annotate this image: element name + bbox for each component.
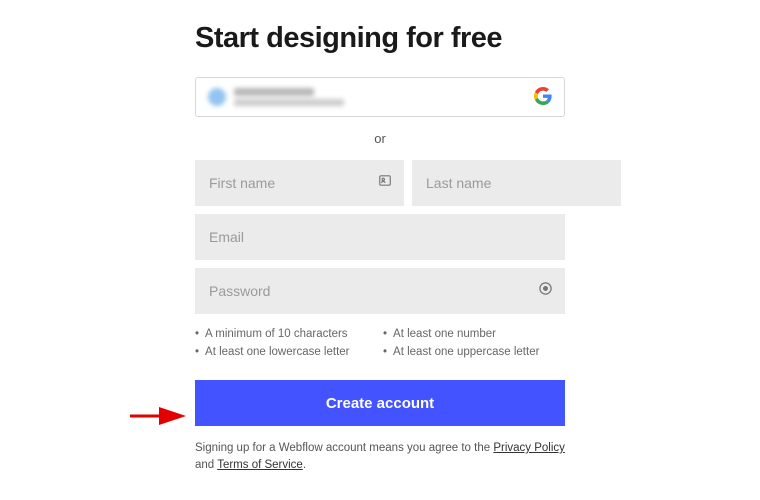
avatar	[208, 88, 226, 106]
legal-text: Signing up for a Webflow account means y…	[195, 440, 565, 475]
hint-item: At least one uppercase letter	[383, 346, 565, 358]
last-name-field[interactable]	[412, 160, 621, 206]
terms-of-service-link[interactable]: Terms of Service	[217, 459, 303, 471]
google-account-preview	[208, 88, 344, 106]
privacy-policy-link[interactable]: Privacy Policy	[493, 442, 565, 454]
password-field[interactable]	[195, 268, 565, 314]
signup-form: Start designing for free or	[195, 0, 565, 475]
hint-item: At least one lowercase letter	[195, 346, 377, 358]
create-account-button[interactable]: Create account	[195, 380, 565, 426]
hint-item: A minimum of 10 characters	[195, 328, 377, 340]
annotation-arrow-icon	[128, 404, 190, 428]
password-requirements: A minimum of 10 characters At least one …	[195, 322, 565, 358]
divider-text: or	[195, 131, 565, 146]
google-signin-button[interactable]	[195, 77, 565, 117]
email-field[interactable]	[195, 214, 565, 260]
hint-item: At least one number	[383, 328, 565, 340]
first-name-field[interactable]	[195, 160, 404, 206]
page-title: Start designing for free	[195, 22, 565, 55]
google-icon	[534, 87, 552, 108]
